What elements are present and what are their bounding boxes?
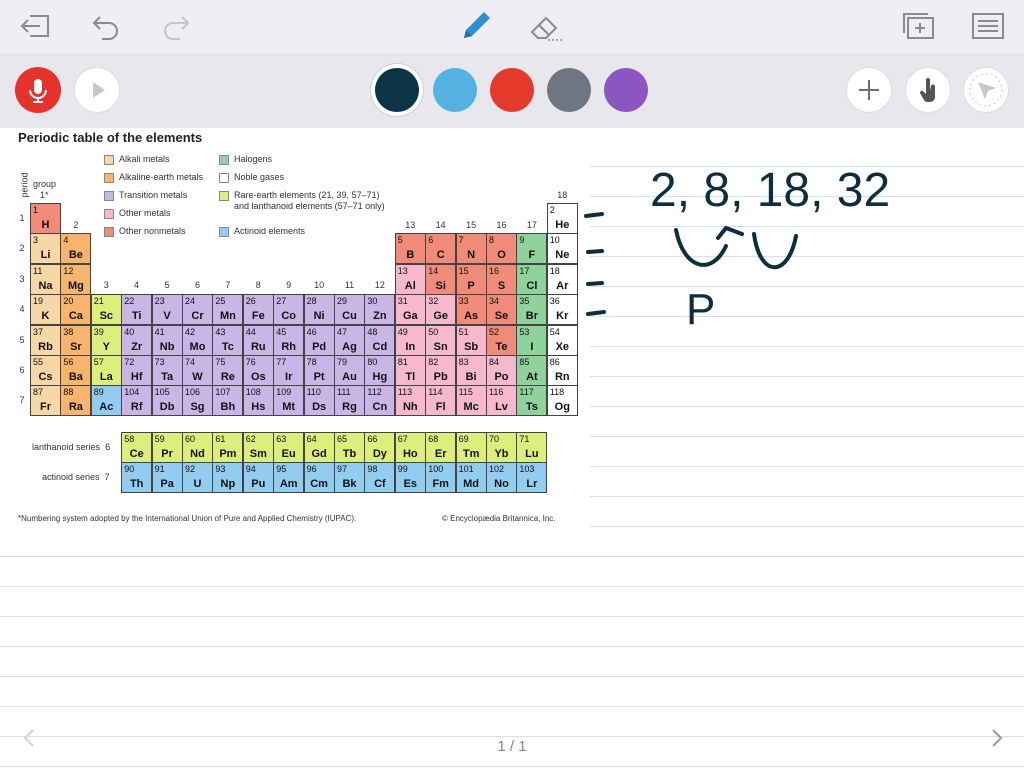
handwritten-shell-numbers: 2, 8, 18, 32: [650, 164, 890, 217]
color-swatch[interactable]: [375, 68, 419, 112]
top-bar: [0, 0, 1024, 53]
previous-page-icon[interactable]: [18, 726, 42, 750]
play-icon: [93, 82, 105, 98]
laser-pointer-button[interactable]: [963, 67, 1009, 113]
exit-icon[interactable]: [18, 11, 52, 41]
next-page-icon[interactable]: [984, 726, 1008, 750]
color-swatch[interactable]: [604, 68, 648, 112]
handwritten-dashes: [584, 212, 606, 316]
hand-icon: [919, 78, 936, 103]
pages-list-icon[interactable]: [970, 11, 1006, 41]
add-page-icon[interactable]: [900, 11, 936, 41]
eraser-icon[interactable]: [528, 10, 564, 44]
redo-icon[interactable]: [160, 11, 192, 41]
whiteboard-app: Periodic table of the elements Alkali me…: [0, 0, 1024, 768]
pointer-arrow-icon: [969, 73, 1003, 107]
whiteboard-canvas[interactable]: Periodic table of the elements Alkali me…: [0, 128, 1024, 768]
plus-icon: [859, 80, 879, 100]
undo-icon[interactable]: [90, 11, 122, 41]
insert-button[interactable]: [846, 67, 892, 113]
color-swatch[interactable]: [433, 68, 477, 112]
record-button[interactable]: [15, 67, 61, 113]
handwritten-arrows: [674, 225, 798, 270]
pen-tool-icon[interactable]: [458, 8, 494, 44]
handwriting-layer: 2, 8, 18, 32 P: [584, 164, 890, 334]
microphone-icon: [29, 79, 47, 103]
page-indicator: 1 / 1: [497, 738, 527, 755]
drawing-toolbar: [0, 53, 1024, 128]
hand-tool-button[interactable]: [905, 67, 951, 113]
color-swatch[interactable]: [490, 68, 534, 112]
play-button[interactable]: [74, 67, 120, 113]
handwritten-letter-p: P: [686, 285, 715, 334]
color-swatch[interactable]: [547, 68, 591, 112]
